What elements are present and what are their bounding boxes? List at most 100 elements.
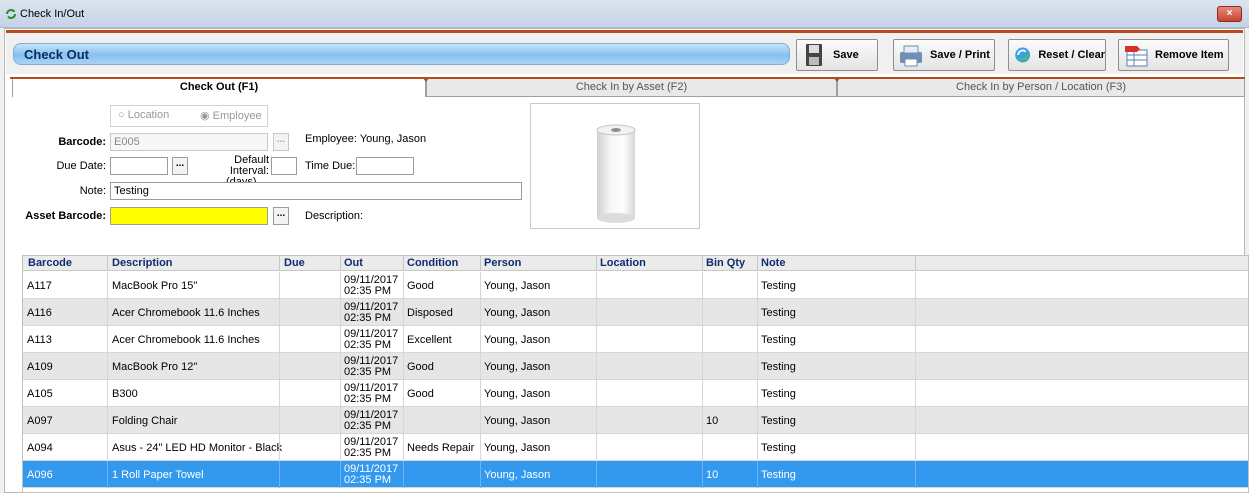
cell-barcode: A096 [27,468,53,481]
cell-condition: Disposed [407,306,453,319]
cell-bin-qty: 10 [706,414,719,427]
cell-person: Young, Jason [484,360,551,373]
cell-out: 09/11/2017 02:35 PM [344,408,399,432]
due-date-field[interactable] [110,157,168,175]
asset-lookup-button[interactable]: ... [273,207,289,225]
cell-out: 09/11/2017 02:35 PM [344,327,399,351]
cell-barcode: A094 [27,441,53,454]
cell-note: Testing [761,468,796,481]
cell-description: MacBook Pro 12" [112,360,198,373]
column-header-condition[interactable]: Condition [407,257,458,269]
cell-person: Young, Jason [484,306,551,319]
table-row[interactable]: A096 1 Roll Paper Towel 09/11/2017 02:35 PM… [23,461,1248,488]
asset-barcode-field[interactable] [110,207,268,225]
column-header-barcode[interactable]: Barcode [28,257,72,269]
cell-out: 09/11/2017 02:35 PM [344,435,399,459]
title-bar: Check In/Out × [0,0,1249,28]
column-header-due[interactable]: Due [284,257,305,269]
close-button[interactable]: × [1217,6,1242,22]
save-button[interactable]: Save [796,39,878,71]
barcode-lookup-button[interactable]: ... [273,133,289,151]
cell-barcode: A109 [27,360,53,373]
asset-barcode-label: Asset Barcode: [25,210,106,222]
tab-marker [422,77,430,82]
cell-person: Young, Jason [484,414,551,427]
column-header-description[interactable]: Description [112,257,173,269]
cell-out: 09/11/2017 02:35 PM [344,273,399,297]
table-row[interactable]: A105 B300 09/11/2017 02:35 PM Good Young, Jas… [23,380,1248,407]
header-title-bar [13,43,790,65]
cell-note: Testing [761,306,796,319]
column-header-bin-qty[interactable]: Bin Qty [706,257,745,269]
refresh-arrows-icon [6,9,16,19]
cell-description: Asus - 24" LED HD Monitor - Black [112,441,283,454]
cell-barcode: A117 [27,279,52,292]
cell-description: Folding Chair [112,414,178,427]
cell-description: MacBook Pro 15" [112,279,198,292]
cell-note: Testing [761,387,796,400]
column-header-out[interactable]: Out [344,257,363,269]
employee-radio[interactable]: ◉ Employee [200,109,262,122]
cell-note: Testing [761,360,796,373]
paper-towel-roll-icon [596,124,636,223]
cell-condition: Good [407,360,434,373]
remove-table-icon [1125,46,1148,67]
due-date-picker-button[interactable]: ... [172,157,188,175]
column-header-location[interactable]: Location [600,257,646,269]
table-row[interactable]: A117 MacBook Pro 15" 09/11/2017 02:35 PM Goo… [23,272,1248,299]
cell-description: Acer Chromebook 11.6 Inches [112,306,260,319]
cell-out: 09/11/2017 02:35 PM [344,381,399,405]
column-header-note[interactable]: Note [761,257,785,269]
refresh-icon [1015,47,1031,63]
cell-person: Young, Jason [484,468,551,481]
cell-person: Young, Jason [484,279,551,292]
table-row[interactable]: A113 Acer Chromebook 11.6 Inches 09/11/201… [23,326,1248,353]
tab-marker [833,77,841,82]
table-row[interactable]: A116 Acer Chromebook 11.6 Inches 09/11/201… [23,299,1248,326]
barcode-label: Barcode: [58,136,106,148]
cell-out: 09/11/2017 02:35 PM [344,462,399,486]
cell-description: B300 [112,387,138,400]
employee-name: Employee: Young, Jason [305,133,427,145]
cell-condition: Needs Repair [407,441,475,454]
time-due-field[interactable] [356,157,414,175]
asset-image-preview [530,103,700,229]
cell-person: Young, Jason [484,441,551,454]
cell-out: 09/11/2017 02:35 PM [344,300,399,324]
cell-barcode: A097 [27,414,53,427]
default-interval-field[interactable] [271,157,297,175]
remove-item-button[interactable]: Remove Item [1118,39,1229,71]
cell-person: Young, Jason [484,387,551,400]
due-date-label: Due Date: [56,160,106,172]
printer-icon [900,45,922,67]
cell-description: Acer Chromebook 11.6 Inches [112,333,260,346]
cell-condition: Good [407,387,434,400]
cell-barcode: A105 [27,387,53,400]
checkout-grid: Barcode Description Due Out Condition Pe… [22,255,1249,493]
time-due-label: Time Due: [305,160,356,172]
tab-check-in-by-asset[interactable]: Check In by Asset (F2) [426,79,837,97]
barcode-field[interactable] [110,133,268,151]
cell-condition: Excellent [407,333,452,346]
grid-header: Barcode Description Due Out Condition Pe… [23,256,1248,271]
tab-check-in-by-person-location[interactable]: Check In by Person / Location (F3) [837,79,1245,97]
table-row[interactable]: A097 Folding Chair 09/11/2017 02:35 PM Young… [23,407,1248,434]
cell-person: Young, Jason [484,333,551,346]
tab-check-out[interactable]: Check Out (F1) [12,79,426,97]
location-radio[interactable]: ○ Location [118,109,169,121]
save-print-button[interactable]: Save / Print [893,39,995,71]
note-field[interactable] [110,182,522,200]
cell-barcode: A116 [27,306,52,319]
cell-condition: Good [407,279,434,292]
table-row[interactable]: A094 Asus - 24" LED HD Monitor - Black 09/… [23,434,1248,461]
reset-clear-button[interactable]: Reset / Clear [1008,39,1106,71]
column-header-person[interactable]: Person [484,257,521,269]
cell-description: 1 Roll Paper Towel [112,468,204,481]
cell-note: Testing [761,279,796,292]
description-label: Description: [305,210,364,222]
table-row[interactable]: A109 MacBook Pro 12" 09/11/2017 02:35 PM Goo… [23,353,1248,380]
cell-note: Testing [761,333,796,346]
cell-bin-qty: 10 [706,468,719,481]
cell-out: 09/11/2017 02:35 PM [344,354,399,378]
cell-barcode: A113 [27,333,52,346]
